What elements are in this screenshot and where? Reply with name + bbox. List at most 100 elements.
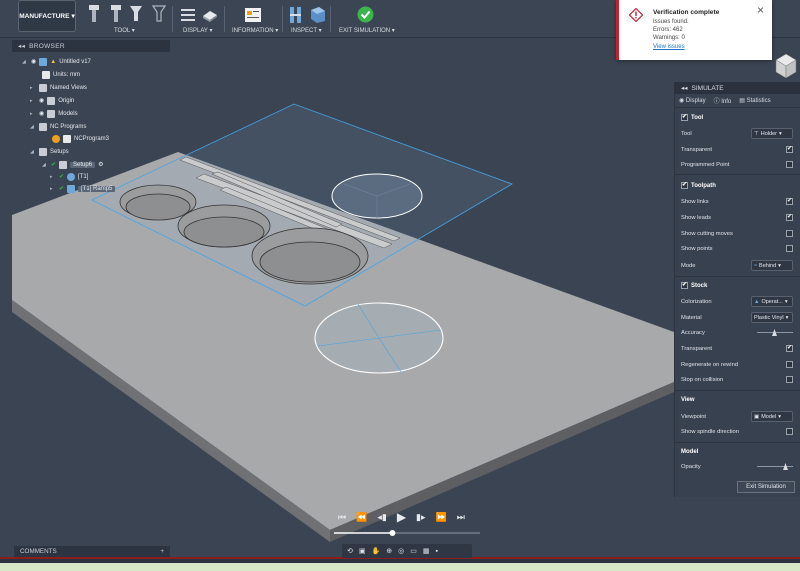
regenerate-checkbox[interactable] xyxy=(786,361,793,368)
holder-icon[interactable] xyxy=(129,4,143,24)
check-icon: ✔ xyxy=(59,174,65,180)
display-stock-icon[interactable] xyxy=(202,7,218,23)
mill-tool-icon[interactable] xyxy=(108,4,124,24)
tree-label: Setup6 xyxy=(70,161,96,168)
step-forward-icon[interactable]: ⏩ xyxy=(436,512,447,522)
inspect-section-icon[interactable] xyxy=(310,6,326,24)
collapse-triangle-icon[interactable]: ◢ xyxy=(22,59,28,65)
display-menu[interactable]: DISPLAY ▾ xyxy=(183,27,212,34)
tool-row: Tool ⊤ Holder ▾ xyxy=(681,128,793,139)
skip-to-start-icon[interactable]: ⏮ xyxy=(338,512,346,522)
eye-icon[interactable]: ◉ xyxy=(39,110,44,117)
expand-triangle-icon[interactable]: ▸ xyxy=(30,98,36,104)
play-icon[interactable]: ▶ xyxy=(397,511,406,523)
workspace-switcher[interactable]: MANUFACTURE ▾ xyxy=(18,0,76,32)
tree-item-t1[interactable]: ▸ ✔ [T1] xyxy=(50,171,88,182)
show-points-row: Show points xyxy=(681,245,793,252)
section-toolpath-checkbox[interactable]: ✔ xyxy=(681,182,688,189)
exit-simulation-button[interactable]: Exit Simulation xyxy=(737,481,795,493)
information-icon[interactable] xyxy=(244,7,262,23)
tree-item-setups[interactable]: ◢ Setups xyxy=(30,146,69,157)
section-stock-checkbox[interactable]: ✔ xyxy=(681,282,688,289)
gear-icon[interactable]: ⚙ xyxy=(98,161,103,168)
inspect-measure-icon[interactable] xyxy=(288,6,304,24)
next-icon[interactable]: ▮▸ xyxy=(416,512,425,522)
skip-to-end-icon[interactable]: ⏭ xyxy=(457,512,465,522)
tree-item-ncprogram3[interactable]: NCProgram3 xyxy=(52,133,109,144)
stock-transparent-checkbox[interactable]: ✔ xyxy=(786,345,793,352)
display-settings-icon[interactable]: ▭ xyxy=(410,547,417,555)
collapse-triangle-icon[interactable]: ◢ xyxy=(30,149,36,155)
tool-library-icon[interactable] xyxy=(86,4,102,24)
information-menu[interactable]: INFORMATION ▾ xyxy=(232,27,278,34)
stop-on-collision-checkbox[interactable] xyxy=(786,376,793,383)
orbit-icon[interactable]: ⟲ xyxy=(347,547,353,555)
tool-dropdown[interactable]: ⊤ Holder ▾ xyxy=(751,128,793,139)
zoom-icon[interactable]: ⊕ xyxy=(386,547,392,555)
expand-triangle-icon[interactable]: ▸ xyxy=(50,174,56,180)
tree-item-nc-programs[interactable]: ◢ NC Programs xyxy=(30,121,86,132)
folder-icon xyxy=(39,122,47,131)
tree-root[interactable]: ◢ ◉ ▲ Untitled v17 xyxy=(22,56,91,67)
collapse-icon[interactable]: ◂◂ xyxy=(18,42,25,50)
show-points-checkbox[interactable] xyxy=(786,245,793,252)
collapse-triangle-icon[interactable]: ◢ xyxy=(42,162,48,168)
grid-icon[interactable]: ▦ xyxy=(423,547,430,555)
eye-icon[interactable]: ◉ xyxy=(31,58,36,65)
section-tool-checkbox[interactable]: ✔ xyxy=(681,114,688,121)
inspect-menu[interactable]: INSPECT ▾ xyxy=(291,27,322,34)
show-leads-checkbox[interactable]: ✔ xyxy=(786,214,793,221)
pan-icon[interactable]: ✋ xyxy=(372,547,381,555)
viewports-icon[interactable]: ▪ xyxy=(435,548,437,555)
programmed-point-checkbox[interactable] xyxy=(786,161,793,168)
mode-icon: ≈ xyxy=(754,262,758,269)
display-list-icon[interactable] xyxy=(180,7,196,23)
tree-item-units[interactable]: Units: mm xyxy=(42,69,80,80)
show-cutting-moves-checkbox[interactable] xyxy=(786,230,793,237)
tab-display[interactable]: ◉ Display xyxy=(679,97,706,104)
collapse-triangle-icon[interactable]: ◢ xyxy=(30,124,36,130)
tree-item-setup6[interactable]: ◢ ✔ Setup6 ⚙ xyxy=(42,159,103,170)
material-dropdown[interactable]: Plastic Vinyl ▾ xyxy=(751,312,793,323)
add-comment-icon[interactable]: + xyxy=(160,548,164,555)
exit-simulation-check-icon[interactable] xyxy=(357,6,374,23)
step-back-icon[interactable]: ⏪ xyxy=(356,512,367,522)
show-links-checkbox[interactable]: ✔ xyxy=(786,198,793,205)
previous-icon[interactable]: ◂▮ xyxy=(377,512,386,522)
spindle-checkbox[interactable] xyxy=(786,428,793,435)
section-stock[interactable]: ✔ Stock xyxy=(681,282,707,289)
viewpoint-dropdown[interactable]: ▣ Model ▾ xyxy=(751,411,793,422)
tree-item-models[interactable]: ▸ ◉ Models xyxy=(30,108,78,119)
exit-simulation-menu[interactable]: EXIT SIMULATION ▾ xyxy=(339,27,395,34)
playback-slider[interactable] xyxy=(332,528,482,538)
close-icon[interactable]: × xyxy=(757,3,764,17)
view-issues-link[interactable]: View issues xyxy=(653,44,685,50)
accuracy-slider[interactable] xyxy=(757,329,793,336)
sketch-circle-top xyxy=(331,173,423,219)
tab-statistics[interactable]: ▤ Statistics xyxy=(739,97,770,104)
eye-icon[interactable]: ◉ xyxy=(39,97,44,104)
comments-panel[interactable]: COMMENTS + xyxy=(14,546,170,557)
document-icon xyxy=(63,134,71,143)
chevron-down-icon: ▾ xyxy=(778,413,781,420)
operation-icon xyxy=(67,172,76,181)
tree-item-t1-ramp5[interactable]: ▸ ✔ [T1] Ramp5 xyxy=(50,183,116,194)
holder-outline-icon[interactable] xyxy=(152,4,166,24)
tab-info[interactable]: ⓘ Info xyxy=(714,96,732,105)
colorization-dropdown[interactable]: ▲ Operat... ▾ xyxy=(751,296,793,307)
section-tool[interactable]: ✔ Tool xyxy=(681,114,703,121)
mode-dropdown[interactable]: ≈ Behind ▾ xyxy=(751,260,793,271)
tree-item-named-views[interactable]: ▸ Named Views xyxy=(30,82,87,93)
expand-triangle-icon[interactable]: ▸ xyxy=(30,85,36,91)
section-toolpath[interactable]: ✔ Toolpath xyxy=(681,182,716,189)
tool-transparent-checkbox[interactable]: ✔ xyxy=(786,146,793,153)
fit-icon[interactable]: ◎ xyxy=(398,547,404,555)
expand-triangle-icon[interactable]: ▸ xyxy=(30,111,36,117)
tree-item-origin[interactable]: ▸ ◉ Origin xyxy=(30,95,74,106)
expand-triangle-icon[interactable]: ▸ xyxy=(50,186,56,192)
collapse-icon[interactable]: ◂◂ xyxy=(681,84,688,92)
tool-menu[interactable]: TOOL ▾ xyxy=(114,27,135,34)
tree-label: [T1] xyxy=(78,173,89,180)
opacity-slider[interactable] xyxy=(757,463,793,470)
look-at-icon[interactable]: ▣ xyxy=(359,547,366,555)
